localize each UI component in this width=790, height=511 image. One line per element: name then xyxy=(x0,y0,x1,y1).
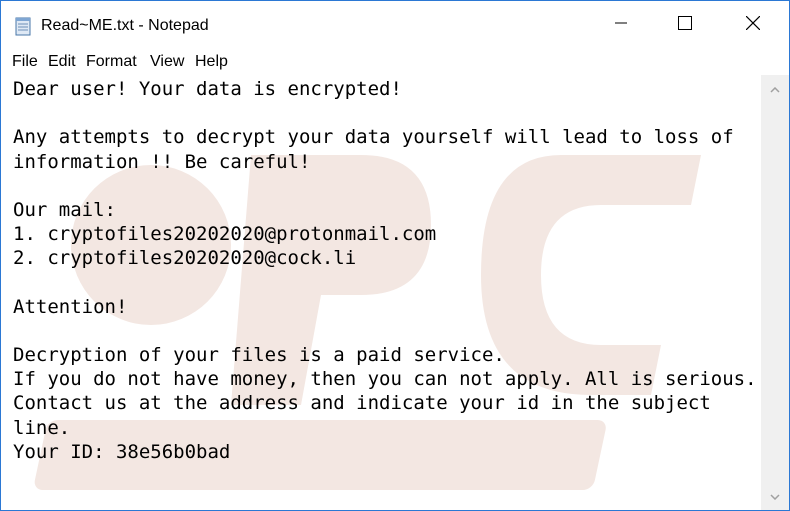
menu-file[interactable]: File xyxy=(11,51,39,73)
text-line: Decryption of your files is a paid servi… xyxy=(13,344,505,367)
scroll-down-button[interactable] xyxy=(761,486,789,506)
scroll-down-arrow-icon xyxy=(770,487,780,505)
text-line: Dear user! Your data is encrypted! xyxy=(13,78,402,100)
menu-format[interactable]: Format xyxy=(85,51,138,73)
menu-bar: File Edit Format View Help xyxy=(1,49,789,75)
text-line: Our mail: xyxy=(13,198,116,221)
document-text: Dear user! Your data is encrypted! Any a… xyxy=(13,77,757,464)
maximize-button[interactable] xyxy=(653,1,717,49)
menu-view[interactable]: View xyxy=(149,51,185,73)
notepad-window: Read~ME.txt - Notepad File Edit Format V… xyxy=(0,0,790,511)
window-title: Read~ME.txt - Notepad xyxy=(41,17,209,34)
text-line xyxy=(13,101,757,125)
text-line: Attention! xyxy=(13,295,128,318)
text-editor[interactable]: Dear user! Your data is encrypted! Any a… xyxy=(1,75,761,510)
minimize-button[interactable] xyxy=(589,1,653,49)
text-line: line. xyxy=(13,416,71,439)
minimize-icon xyxy=(615,16,627,34)
maximize-icon xyxy=(678,15,692,35)
vertical-scrollbar[interactable] xyxy=(761,75,789,510)
text-line: 2. cryptofiles20202020@cock.li xyxy=(13,247,357,270)
text-line xyxy=(13,174,757,198)
menu-edit[interactable]: Edit xyxy=(47,51,77,73)
scroll-up-arrow-icon xyxy=(770,80,780,98)
text-line xyxy=(13,319,757,343)
notepad-icon xyxy=(13,16,33,36)
text-line: Contact us at the address and indicate y… xyxy=(13,392,711,415)
text-line: 1. cryptofiles20202020@protonmail.com xyxy=(13,223,437,246)
title-bar[interactable]: Read~ME.txt - Notepad xyxy=(1,1,789,49)
scroll-up-button[interactable] xyxy=(761,79,789,99)
text-line: If you do not have money, then you can n… xyxy=(13,368,757,391)
close-icon xyxy=(745,15,761,35)
text-line: Your ID: 38e56b0bad xyxy=(13,440,231,463)
text-line: information !! Be careful! xyxy=(13,150,311,173)
close-button[interactable] xyxy=(717,1,789,49)
text-line: Any attempts to decrypt your data yourse… xyxy=(13,126,734,149)
text-line xyxy=(13,271,757,295)
menu-help[interactable]: Help xyxy=(194,51,229,73)
